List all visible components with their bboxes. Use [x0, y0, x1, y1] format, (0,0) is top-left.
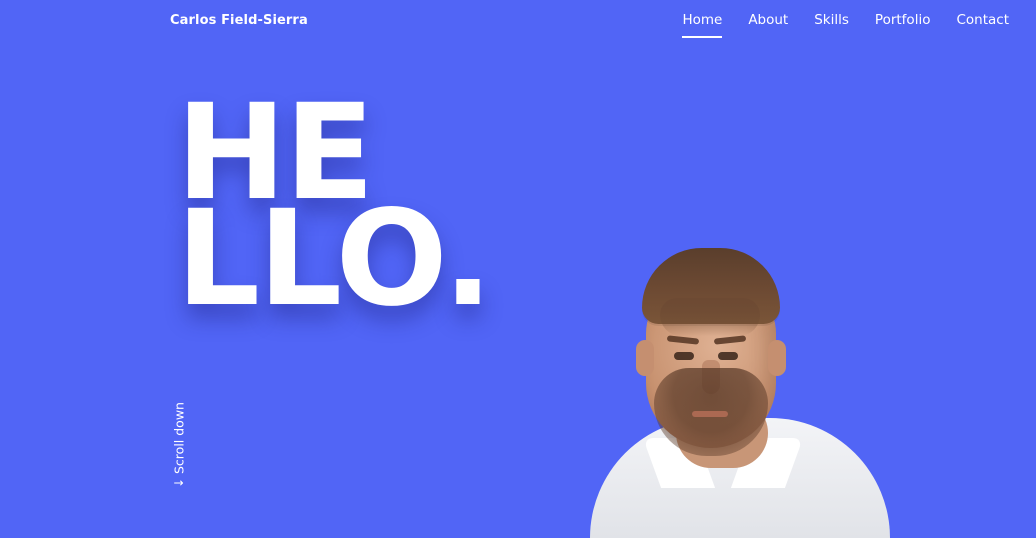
portrait-hair	[642, 248, 780, 336]
portrait-mouth	[692, 411, 728, 417]
hero-line-2-text: LLO	[176, 182, 445, 336]
site-brand[interactable]: Carlos Field-Sierra	[170, 13, 308, 28]
main-nav: Home About Skills Portfolio Contact	[682, 12, 1009, 38]
portrait-eye-left	[674, 352, 694, 360]
portrait-eye-right	[718, 352, 738, 360]
scroll-down-label: Scroll down	[171, 401, 187, 474]
hero-heading: HE LLO.	[176, 87, 493, 325]
portrait-ear-right	[768, 340, 786, 376]
arrow-down-icon: ↓	[172, 477, 186, 488]
nav-about[interactable]: About	[748, 12, 788, 38]
nav-contact[interactable]: Contact	[956, 12, 1009, 38]
nav-skills[interactable]: Skills	[814, 12, 849, 38]
portrait-ear-left	[636, 340, 654, 376]
top-navigation-bar: Carlos Field-Sierra Home About Skills Po…	[0, 0, 1036, 48]
scroll-down-link[interactable]: ↓ Scroll down	[171, 398, 187, 488]
nav-portfolio[interactable]: Portfolio	[875, 12, 931, 38]
nav-home[interactable]: Home	[682, 12, 722, 38]
profile-portrait	[590, 248, 890, 538]
hero-line-2: LLO.	[176, 193, 493, 325]
hero-dot: .	[442, 182, 493, 336]
